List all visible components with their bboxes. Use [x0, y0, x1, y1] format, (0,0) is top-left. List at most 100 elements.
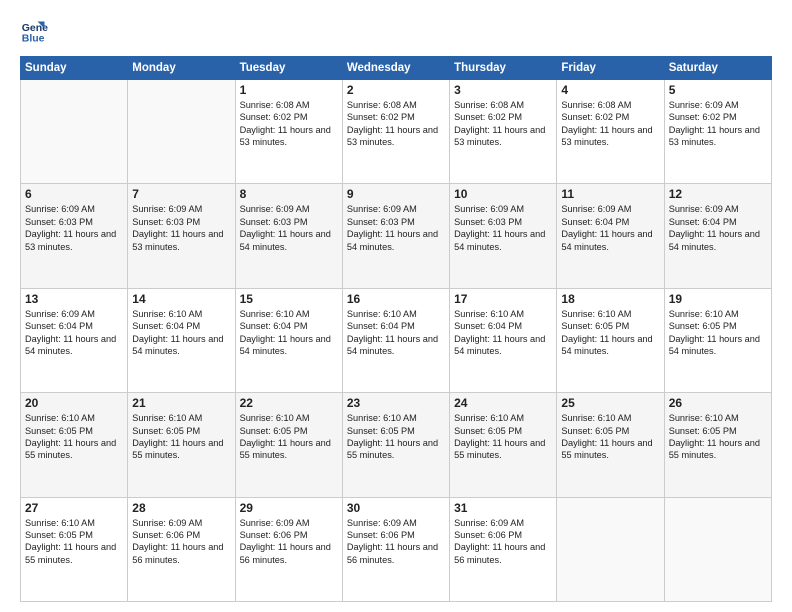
day-number: 18 — [561, 292, 659, 306]
cell-line: Daylight: 11 hours and 54 minutes. — [25, 334, 116, 356]
calendar-cell — [128, 80, 235, 184]
day-number: 11 — [561, 187, 659, 201]
calendar-cell: 13Sunrise: 6:09 AMSunset: 6:04 PMDayligh… — [21, 288, 128, 392]
cell-text: Sunrise: 6:08 AMSunset: 6:02 PMDaylight:… — [347, 99, 445, 149]
cell-line: Sunrise: 6:09 AM — [347, 518, 417, 528]
day-header-thursday: Thursday — [450, 57, 557, 80]
cell-text: Sunrise: 6:08 AMSunset: 6:02 PMDaylight:… — [561, 99, 659, 149]
cell-line: Daylight: 11 hours and 54 minutes. — [132, 334, 223, 356]
calendar-cell: 25Sunrise: 6:10 AMSunset: 6:05 PMDayligh… — [557, 393, 664, 497]
cell-line: Sunset: 6:05 PM — [561, 426, 629, 436]
day-header-saturday: Saturday — [664, 57, 771, 80]
cell-text: Sunrise: 6:10 AMSunset: 6:05 PMDaylight:… — [454, 412, 552, 462]
cell-line: Daylight: 11 hours and 54 minutes. — [347, 334, 438, 356]
cell-line: Daylight: 11 hours and 53 minutes. — [669, 125, 760, 147]
day-number: 1 — [240, 83, 338, 97]
cell-line: Sunrise: 6:10 AM — [240, 309, 310, 319]
cell-line: Daylight: 11 hours and 56 minutes. — [132, 542, 223, 564]
cell-line: Sunrise: 6:10 AM — [561, 309, 631, 319]
cell-line: Sunrise: 6:09 AM — [25, 204, 95, 214]
cell-text: Sunrise: 6:10 AMSunset: 6:04 PMDaylight:… — [132, 308, 230, 358]
calendar-cell: 5Sunrise: 6:09 AMSunset: 6:02 PMDaylight… — [664, 80, 771, 184]
day-header-wednesday: Wednesday — [342, 57, 449, 80]
cell-line: Sunrise: 6:08 AM — [561, 100, 631, 110]
cell-text: Sunrise: 6:10 AMSunset: 6:05 PMDaylight:… — [561, 412, 659, 462]
cell-line: Sunset: 6:05 PM — [669, 426, 737, 436]
day-number: 20 — [25, 396, 123, 410]
day-header-sunday: Sunday — [21, 57, 128, 80]
day-number: 3 — [454, 83, 552, 97]
cell-line: Sunset: 6:05 PM — [454, 426, 522, 436]
calendar-header: SundayMondayTuesdayWednesdayThursdayFrid… — [21, 57, 772, 80]
day-number: 12 — [669, 187, 767, 201]
day-number: 15 — [240, 292, 338, 306]
cell-text: Sunrise: 6:10 AM Sunset: 6:05 PM Daylight:… — [347, 412, 445, 462]
cell-line: Sunrise: 6:10 AM — [561, 413, 631, 423]
cell-line: Sunrise: 6:09 AM — [240, 518, 310, 528]
cell-text: Sunrise: 6:10 AMSunset: 6:05 PMDaylight:… — [561, 308, 659, 358]
cell-line: Sunset: 6:02 PM — [240, 112, 308, 122]
calendar-cell: 31Sunrise: 6:09 AMSunset: 6:06 PMDayligh… — [450, 497, 557, 601]
cell-line: Sunset: 6:06 PM — [454, 530, 522, 540]
day-number: 28 — [132, 501, 230, 515]
cell-line: Daylight: 11 hours and 55 minutes. — [25, 438, 116, 460]
cell-line: Sunset: 6:05 PM — [347, 426, 415, 436]
cell-line: Sunset: 6:02 PM — [347, 112, 415, 122]
cell-text: Sunrise: 6:10 AMSunset: 6:05 PMDaylight:… — [240, 412, 338, 462]
calendar-cell: 2 Sunrise: 6:08 AMSunset: 6:02 PMDaylight… — [342, 80, 449, 184]
calendar-body: 1Sunrise: 6:08 AMSunset: 6:02 PMDaylight… — [21, 80, 772, 602]
cell-line: Sunrise: 6:09 AM — [669, 100, 739, 110]
cell-line: Daylight: 11 hours and 55 minutes. — [669, 438, 760, 460]
cell-line: Sunrise: 6:09 AM — [240, 204, 310, 214]
calendar-cell — [664, 497, 771, 601]
cell-text: Sunrise: 6:10 AMSunset: 6:04 PMDaylight:… — [240, 308, 338, 358]
cell-text: Sunrise: 6:09 AMSunset: 6:03 PMDaylight:… — [454, 203, 552, 253]
cell-line: Sunrise: 6:10 AM — [454, 309, 524, 319]
cell-line: Daylight: 11 hours and 53 minutes. — [561, 125, 652, 147]
cell-line: Daylight: 11 hours and 54 minutes. — [561, 229, 652, 251]
cell-line: Sunrise: 6:08 AM — [454, 100, 524, 110]
cell-line: Sunrise: 6:09 AM — [669, 204, 739, 214]
cell-line: Sunrise: 6:09 AM — [454, 518, 524, 528]
day-header-monday: Monday — [128, 57, 235, 80]
day-number: 21 — [132, 396, 230, 410]
svg-text:Blue: Blue — [22, 33, 45, 45]
day-number: 30 — [347, 501, 445, 515]
cell-line: Sunrise: 6:10 AM — [25, 413, 95, 423]
cell-text: Sunrise: 6:10 AMSunset: 6:05 PMDaylight:… — [25, 412, 123, 462]
cell-line: Sunset: 6:03 PM — [25, 217, 93, 227]
calendar-page: General Blue SundayMondayTuesdayWednesda… — [0, 0, 792, 612]
day-header-tuesday: Tuesday — [235, 57, 342, 80]
day-number: 29 — [240, 501, 338, 515]
cell-line: Daylight: 11 hours and 55 minutes. — [132, 438, 223, 460]
cell-line: Daylight: 11 hours and 54 minutes. — [240, 334, 331, 356]
cell-text: Sunrise: 6:10 AMSunset: 6:04 PMDaylight:… — [454, 308, 552, 358]
cell-line: Sunset: 6:04 PM — [25, 321, 93, 331]
day-number: 23 — [347, 396, 445, 410]
day-header-friday: Friday — [557, 57, 664, 80]
day-number: 16 — [347, 292, 445, 306]
cell-line: Sunset: 6:04 PM — [132, 321, 200, 331]
cell-text: Sunrise: 6:09 AMSunset: 6:04 PMDaylight:… — [561, 203, 659, 253]
calendar-cell: 9Sunrise: 6:09 AMSunset: 6:03 PMDaylight… — [342, 184, 449, 288]
calendar-cell: 29Sunrise: 6:09 AMSunset: 6:06 PMDayligh… — [235, 497, 342, 601]
calendar-cell: 16Sunrise: 6:10 AMSunset: 6:04 PMDayligh… — [342, 288, 449, 392]
day-number: 22 — [240, 396, 338, 410]
calendar-cell: 6Sunrise: 6:09 AMSunset: 6:03 PMDaylight… — [21, 184, 128, 288]
day-number: 26 — [669, 396, 767, 410]
cell-line: Daylight: 11 hours and 53 minutes. — [240, 125, 331, 147]
cell-line: Sunset: 6:05 PM — [561, 321, 629, 331]
cell-line: Sunrise: 6:10 AM — [347, 413, 417, 423]
calendar-cell: 11 Sunrise: 6:09 AMSunset: 6:04 PMDayligh… — [557, 184, 664, 288]
day-number: 14 — [132, 292, 230, 306]
cell-line: Daylight: 11 hours and 54 minutes. — [669, 334, 760, 356]
cell-line: Sunset: 6:04 PM — [454, 321, 522, 331]
day-number: 2 — [347, 83, 445, 97]
cell-line: Sunrise: 6:09 AM — [347, 204, 417, 214]
calendar-cell: 4Sunrise: 6:08 AMSunset: 6:02 PMDaylight… — [557, 80, 664, 184]
calendar-cell — [21, 80, 128, 184]
cell-text: Sunrise: 6:10 AMSunset: 6:05 PMDaylight:… — [25, 517, 123, 567]
cell-line: Daylight: 11 hours and 55 minutes. — [347, 438, 438, 460]
cell-line: Sunset: 6:03 PM — [132, 217, 200, 227]
calendar-cell: 24Sunrise: 6:10 AMSunset: 6:05 PMDayligh… — [450, 393, 557, 497]
